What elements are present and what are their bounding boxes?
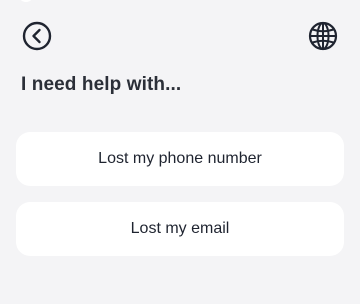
option-label: Lost my phone number	[98, 150, 262, 167]
page-title: I need help with...	[21, 74, 182, 95]
top-edge-shape	[18, 0, 34, 2]
option-lost-phone-number[interactable]: Lost my phone number	[16, 132, 344, 186]
globe-icon	[308, 21, 338, 51]
language-button[interactable]	[307, 20, 339, 52]
chevron-left-circle-icon	[22, 21, 52, 51]
option-label: Lost my email	[130, 220, 230, 237]
back-button[interactable]	[21, 20, 53, 52]
option-lost-email[interactable]: Lost my email	[16, 202, 344, 256]
